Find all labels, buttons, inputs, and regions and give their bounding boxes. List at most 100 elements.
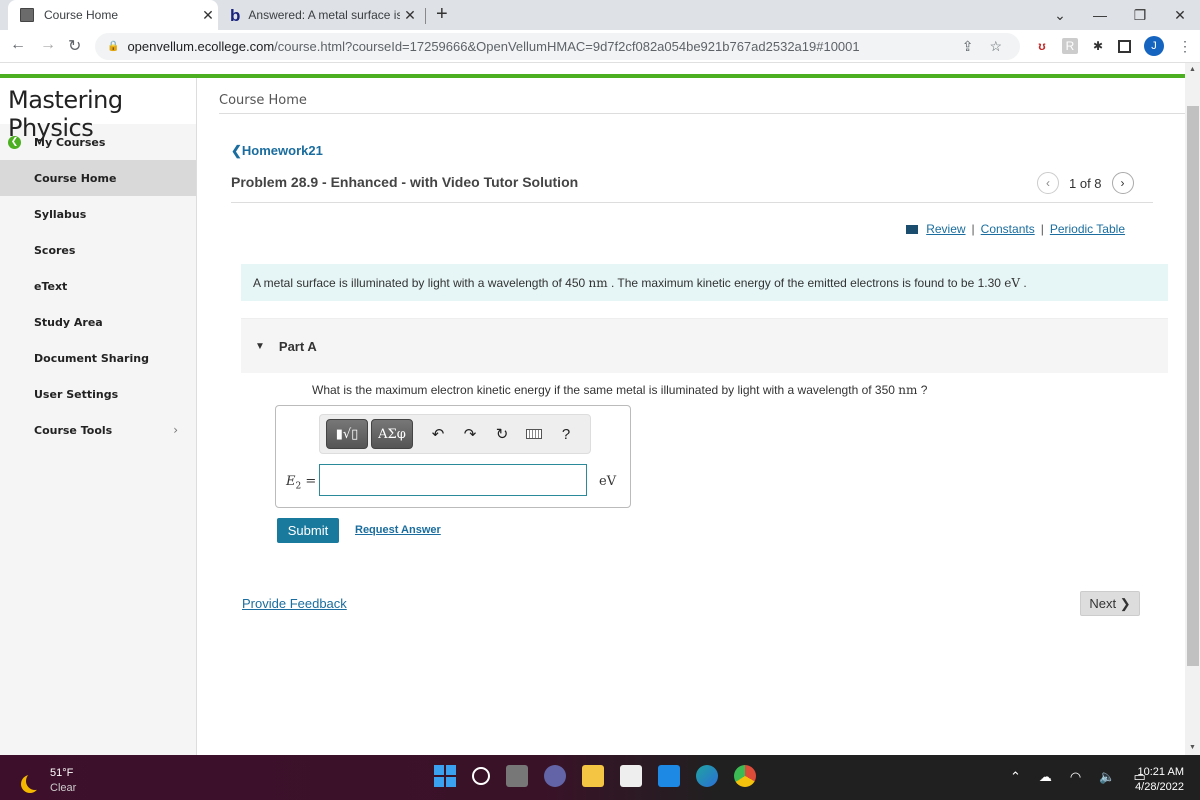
- problem-pager: ‹ 1 of 8 ›: [1037, 172, 1134, 194]
- submit-button[interactable]: Submit: [277, 518, 339, 543]
- edge-icon[interactable]: [696, 765, 718, 787]
- extensions-puzzle-icon[interactable]: ✱: [1090, 38, 1106, 54]
- sidebar-item-document-sharing[interactable]: Document Sharing: [0, 340, 196, 376]
- homework-back-link[interactable]: ❮Homework21: [231, 143, 323, 159]
- answer-box: ▮√▯ ΑΣφ ↶ ↷ ↻ ? E2 = eV: [275, 405, 631, 508]
- scroll-up-arrow-icon[interactable]: ▲: [1189, 66, 1196, 73]
- chevron-left-icon: ❮: [231, 143, 242, 158]
- weather-temp: 51°F: [50, 767, 74, 779]
- address-bar[interactable]: 🔒 openvellum.ecollege.com/course.html?co…: [95, 33, 1020, 60]
- tab-title: Course Home: [44, 8, 119, 22]
- sidebar-item-label: User Settings: [34, 387, 119, 401]
- problem-statement: A metal surface is illuminated by light …: [241, 264, 1168, 301]
- show-hidden-icons-chevron-icon[interactable]: ⌃: [1010, 769, 1021, 785]
- back-icon[interactable]: ←: [10, 36, 26, 54]
- clock-date: 4/28/2022: [1135, 781, 1184, 793]
- search-icon[interactable]: [472, 767, 490, 785]
- request-answer-link[interactable]: Request Answer: [355, 524, 441, 536]
- chrome-icon[interactable]: [734, 765, 756, 787]
- close-tab-icon[interactable]: ✕: [400, 7, 420, 24]
- book-icon: [20, 8, 34, 22]
- side-panel-icon[interactable]: [1118, 40, 1131, 53]
- constants-link[interactable]: Constants: [981, 222, 1035, 236]
- minimize-icon[interactable]: —: [1080, 0, 1120, 30]
- part-label: Part A: [278, 338, 317, 354]
- tab-answered[interactable]: b Answered: A metal surface is illum ✕: [220, 0, 420, 30]
- task-view-icon[interactable]: [506, 765, 528, 787]
- breadcrumb: Course Home: [219, 78, 1189, 114]
- part-a-header[interactable]: ▼ Part A: [241, 318, 1168, 373]
- provide-feedback-link[interactable]: Provide Feedback: [242, 596, 347, 611]
- keyboard-icon[interactable]: [518, 426, 550, 443]
- sidebar-item-course-home[interactable]: Course Home: [0, 160, 196, 196]
- sidebar-item-syllabus[interactable]: Syllabus: [0, 196, 196, 232]
- volume-icon[interactable]: 🔈: [1099, 769, 1115, 785]
- greek-symbols-button[interactable]: ΑΣφ: [371, 419, 413, 449]
- prompt-text: .: [1020, 276, 1027, 290]
- scroll-down-arrow-icon[interactable]: ▼: [1189, 744, 1196, 751]
- next-problem-button[interactable]: ›: [1111, 172, 1134, 194]
- tab-title: Answered: A metal surface is illum: [248, 8, 400, 22]
- separator: |: [971, 222, 975, 236]
- system-clock[interactable]: 10:21 AM 4/28/2022: [1135, 765, 1184, 795]
- sidebar: Mastering Physics ❮ My Courses Course Ho…: [0, 78, 197, 755]
- redo-icon[interactable]: ↷: [454, 425, 486, 443]
- new-tab-button[interactable]: +: [436, 3, 448, 26]
- help-icon[interactable]: ?: [550, 426, 582, 443]
- weather-widget[interactable]: 51°F Clear: [20, 766, 76, 796]
- onedrive-cloud-icon[interactable]: ☁: [1039, 769, 1052, 785]
- wifi-icon[interactable]: ◠: [1070, 769, 1081, 785]
- chevron-right-icon: ›: [173, 423, 178, 437]
- part-a-question: What is the maximum electron kinetic ene…: [312, 383, 927, 397]
- reload-icon[interactable]: ↻: [68, 36, 81, 56]
- prompt-unit: eV: [1004, 276, 1021, 290]
- extension-shield-icon[interactable]: ʊ: [1034, 38, 1050, 54]
- sidebar-item-my-courses[interactable]: ❮ My Courses: [0, 124, 196, 160]
- microsoft-store-icon[interactable]: [620, 765, 642, 787]
- separator: |: [1040, 222, 1044, 236]
- periodic-table-link[interactable]: Periodic Table: [1050, 222, 1125, 236]
- page-scrollbar[interactable]: ▲ ▼: [1185, 63, 1200, 755]
- profile-avatar[interactable]: J: [1144, 36, 1164, 56]
- tab-course-home[interactable]: Course Home ✕: [8, 0, 218, 30]
- sidebar-item-user-settings[interactable]: User Settings: [0, 376, 196, 412]
- previous-problem-button[interactable]: ‹: [1037, 172, 1059, 194]
- sidebar-item-label: My Courses: [34, 135, 106, 149]
- prompt-unit: nm: [588, 276, 608, 290]
- equals-sign: =: [301, 474, 317, 489]
- forward-icon[interactable]: →: [40, 36, 56, 54]
- back-arrow-icon: ❮: [8, 135, 21, 149]
- close-window-icon[interactable]: ✕: [1160, 0, 1200, 30]
- sidebar-item-study-area[interactable]: Study Area: [0, 304, 196, 340]
- close-tab-icon[interactable]: ✕: [198, 7, 218, 24]
- bookmark-star-icon[interactable]: ☆: [989, 38, 1002, 55]
- sidebar-item-etext[interactable]: eText: [0, 268, 196, 304]
- windows-taskbar: 51°F Clear ⌃ ☁ ◠ 🔈 ▭ 10:21 AM 4/28/2022: [0, 755, 1200, 800]
- tab-search-icon[interactable]: ⌄: [1040, 0, 1080, 30]
- sidebar-item-label: eText: [34, 279, 68, 293]
- extension-r-icon[interactable]: R: [1062, 38, 1078, 54]
- reset-icon[interactable]: ↻: [486, 425, 518, 443]
- sidebar-item-course-tools[interactable]: Course Tools ›: [0, 412, 196, 448]
- browser-menu-icon[interactable]: ⋮: [1178, 38, 1192, 55]
- divider: [231, 202, 1153, 203]
- share-icon[interactable]: ⇪: [962, 38, 974, 55]
- next-button[interactable]: Next ❯: [1080, 591, 1140, 616]
- sidebar-item-scores[interactable]: Scores: [0, 232, 196, 268]
- mail-icon[interactable]: [658, 765, 680, 787]
- teams-chat-icon[interactable]: [544, 765, 566, 787]
- moon-icon: [26, 772, 44, 790]
- open-book-icon: [906, 224, 921, 234]
- taskbar-apps: [434, 765, 756, 787]
- answer-input[interactable]: [319, 464, 587, 496]
- restore-icon[interactable]: ❐: [1120, 0, 1160, 30]
- sidebar-item-label: Course Tools: [34, 423, 113, 437]
- templates-button[interactable]: ▮√▯: [326, 419, 368, 449]
- undo-icon[interactable]: ↶: [422, 425, 454, 443]
- scroll-thumb[interactable]: [1187, 106, 1199, 666]
- review-link[interactable]: Review: [926, 222, 965, 236]
- brand-title: Mastering Physics: [0, 78, 196, 142]
- question-text: What is the maximum electron kinetic ene…: [312, 383, 899, 397]
- file-explorer-icon[interactable]: [582, 765, 604, 787]
- question-unit: nm: [898, 383, 918, 397]
